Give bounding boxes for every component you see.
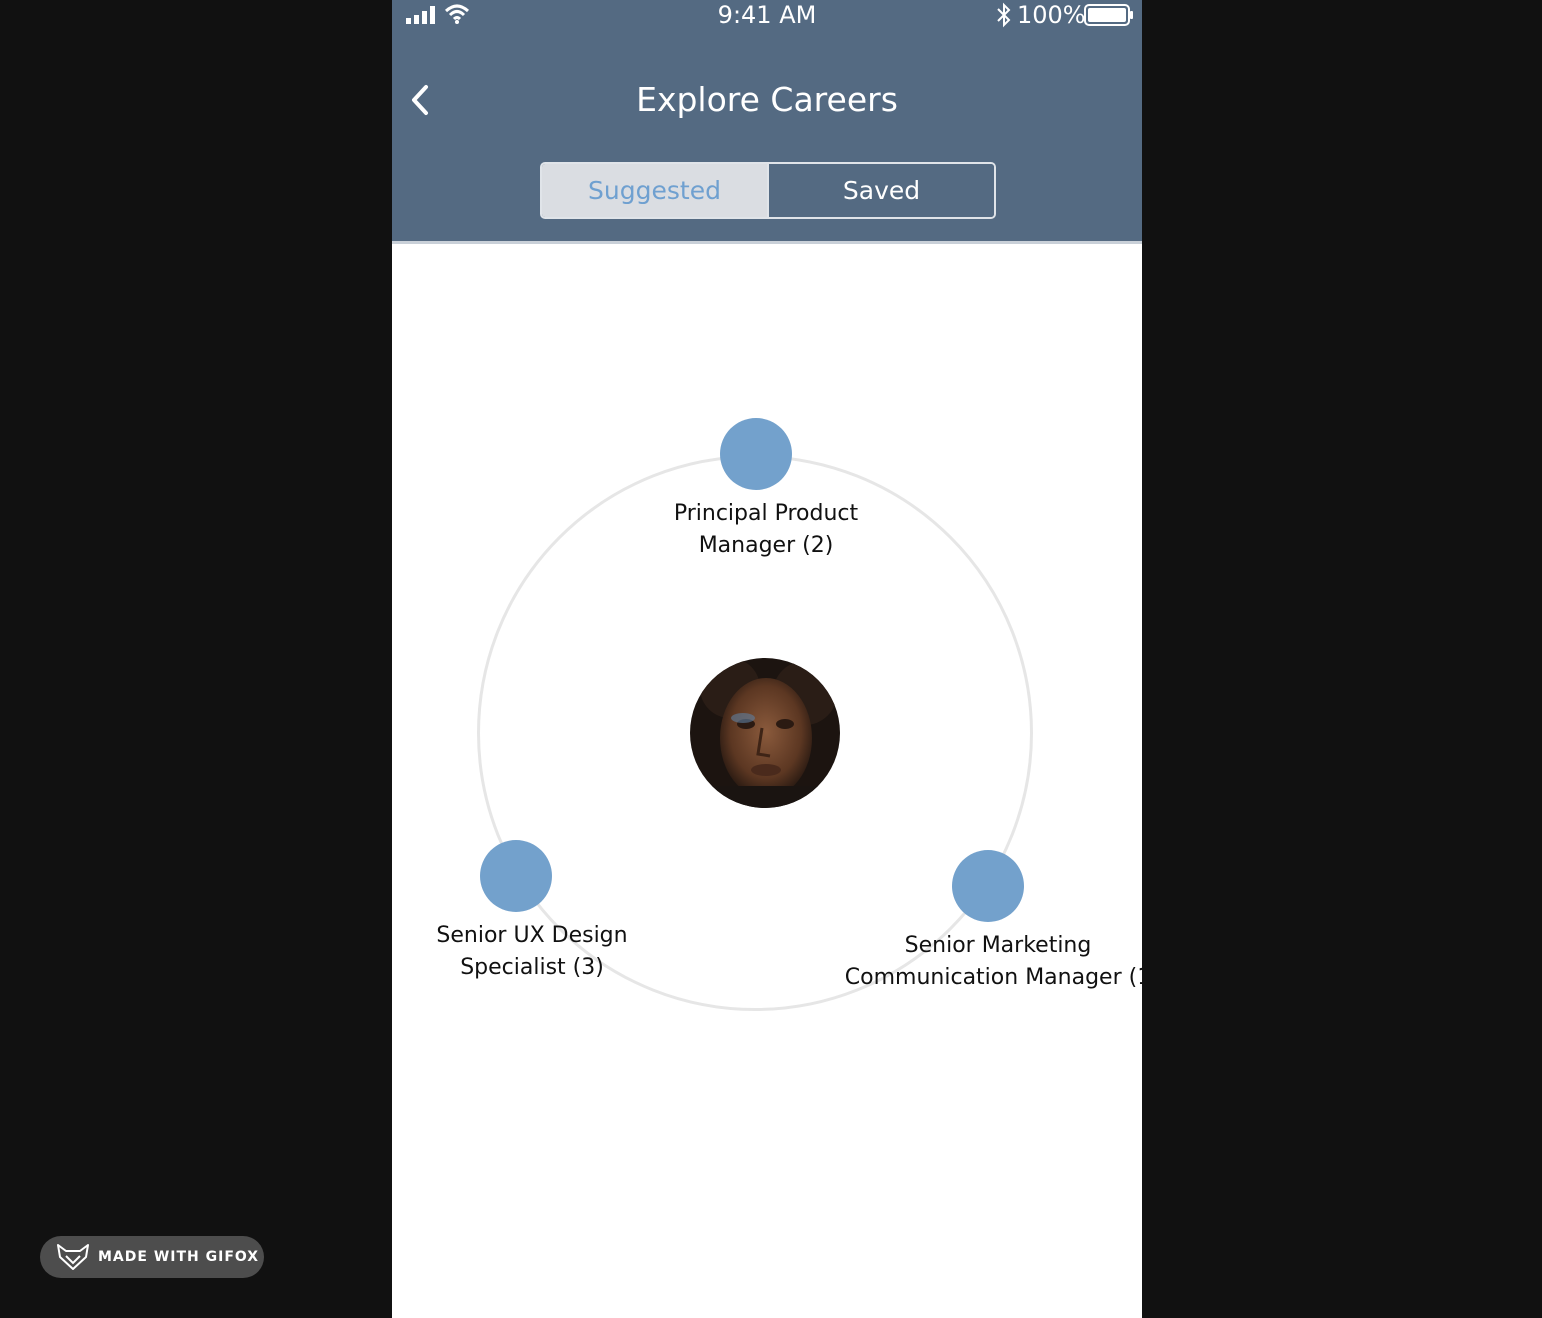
tab-suggested[interactable]: Suggested [542, 164, 767, 217]
segmented-control: Suggested Saved [540, 162, 996, 219]
battery-icon [1084, 4, 1133, 26]
gifox-watermark: MADE WITH GIFOX [40, 1236, 264, 1278]
career-node-senior-marketing-communication-manager[interactable] [952, 850, 1024, 922]
page-title: Explore Careers [636, 80, 898, 119]
header-divider [392, 241, 1142, 244]
fox-logo-icon [57, 1244, 89, 1270]
career-label-senior-marketing-communication-manager[interactable]: Senior Marketing Communication Manager (… [838, 930, 1142, 994]
tab-saved[interactable]: Saved [767, 164, 994, 217]
career-label-senior-ux-design-specialist[interactable]: Senior UX Design Specialist (3) [412, 920, 652, 984]
nav-header: 9:41 AM 100% Explore Careers Suggested S… [392, 0, 1142, 241]
battery-percent: 100% [1017, 1, 1086, 29]
career-label-line: Principal Product [673, 501, 859, 526]
career-label-line: Specialist (3) [460, 955, 604, 980]
career-label-principal-product-manager[interactable]: Principal Product Manager (2) [616, 498, 916, 562]
bluetooth-icon [997, 2, 1011, 28]
watermark-text: MADE WITH GIFOX [98, 1249, 260, 1265]
career-label-line: Manager (2) [698, 533, 834, 558]
career-node-senior-ux-design-specialist[interactable] [480, 840, 552, 912]
user-avatar[interactable] [690, 658, 840, 808]
career-label-line: Communication Manager (1 [844, 965, 1142, 990]
career-label-line: Senior UX Design [436, 923, 628, 948]
user-photo [690, 658, 840, 808]
career-label-line: Senior Marketing [904, 933, 1092, 958]
career-node-principal-product-manager[interactable] [720, 418, 792, 490]
status-bar: 9:41 AM 100% [392, 0, 1142, 32]
phone-screen: 9:41 AM 100% Explore Careers Suggested S… [392, 0, 1142, 1318]
